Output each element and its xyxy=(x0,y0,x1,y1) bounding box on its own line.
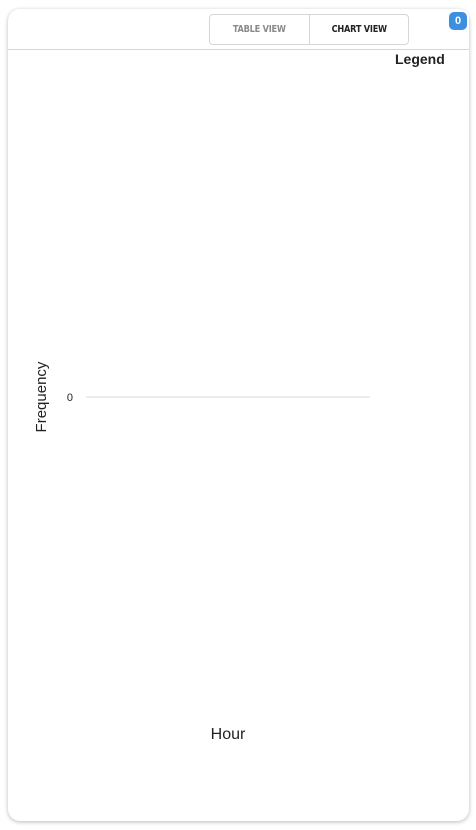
y-axis-label: Frequency xyxy=(33,361,50,432)
x-axis-label: Hour xyxy=(211,726,246,743)
y-tick-label-0: 0 xyxy=(67,392,73,404)
y-tick-labels: 0 xyxy=(67,392,73,404)
chart-plot: 0 Frequency Hour xyxy=(33,361,370,743)
